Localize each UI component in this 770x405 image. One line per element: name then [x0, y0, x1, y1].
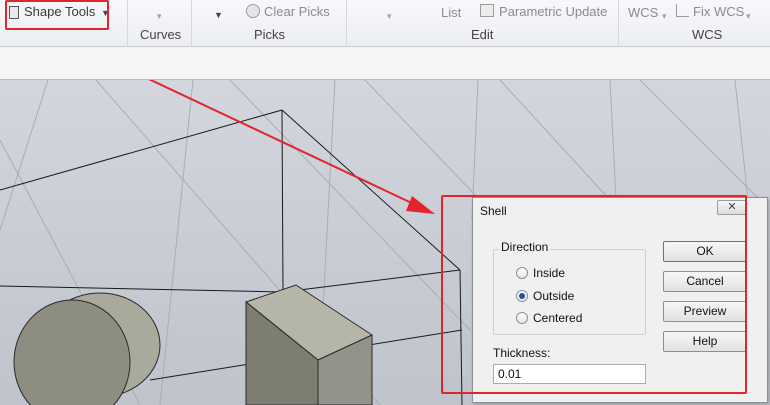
list-button[interactable]: List [441, 5, 461, 20]
cylinder-shape [13, 292, 161, 405]
group-label-curves: Curves [140, 27, 182, 42]
annotation-highlight-box [441, 195, 747, 394]
tab-strip [0, 47, 770, 80]
ribbon-separator [618, 0, 619, 46]
curves-dropdown-icon[interactable]: ▾ [157, 11, 162, 22]
fix-wcs-dropdown-icon[interactable]: ▾ [746, 11, 751, 22]
parametric-update-button[interactable]: Parametric Update [499, 4, 607, 19]
clear-picks-icon [246, 4, 260, 18]
ribbon-separator [191, 0, 192, 46]
fix-wcs-button[interactable]: Fix WCS [693, 4, 744, 19]
wcs-dropdown-icon[interactable]: ▾ [662, 11, 667, 22]
group-label-picks: Picks [254, 27, 286, 42]
group-label-wcs: WCS [692, 27, 723, 42]
clear-picks-button[interactable]: Clear Picks [264, 4, 330, 19]
edit-dropdown-icon[interactable]: ▾ [387, 11, 392, 22]
ribbon-separator [127, 0, 128, 46]
ribbon: Shape Tools ▼ ▾ Curves ▼ Clear Picks Pic… [0, 0, 770, 47]
wcs-button[interactable]: WCS [628, 5, 658, 20]
picks-dropdown-icon[interactable]: ▼ [214, 10, 223, 20]
parametric-update-icon [480, 4, 494, 17]
annotation-arrow [148, 80, 435, 214]
annotation-highlight-box [5, 0, 109, 30]
block-shape [244, 284, 374, 405]
group-label-edit: Edit [471, 27, 494, 42]
wcs-axis-icon [676, 4, 689, 17]
ribbon-separator [346, 0, 347, 46]
